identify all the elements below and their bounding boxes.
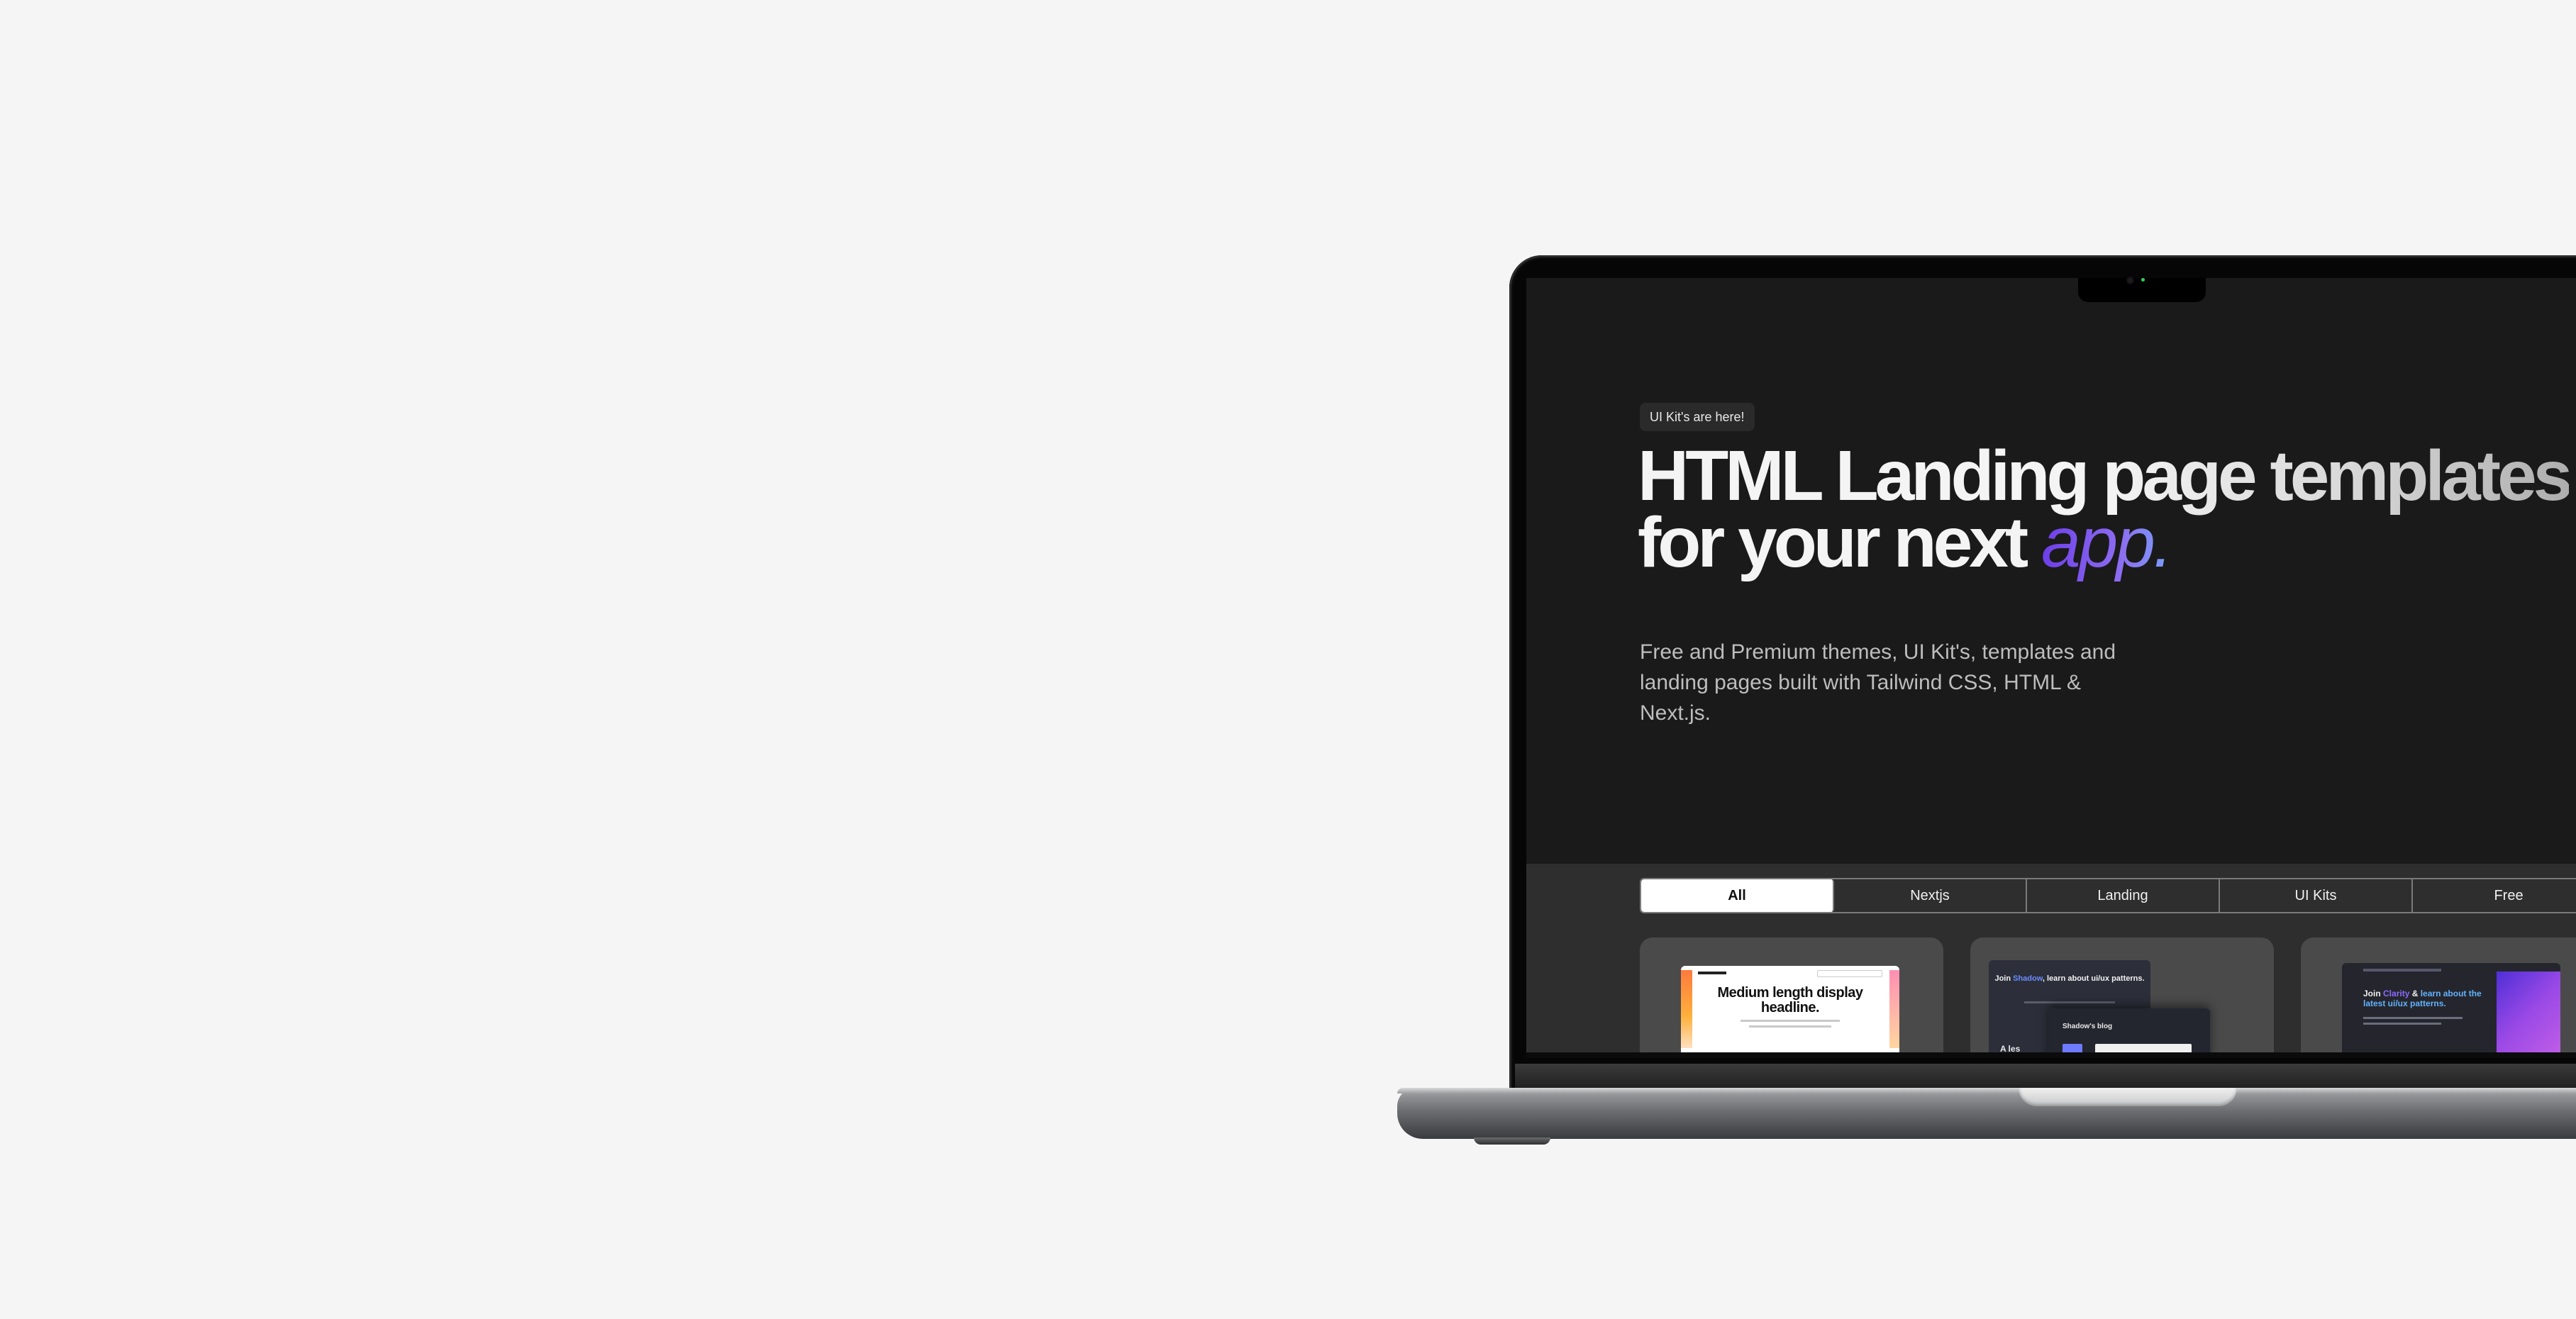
laptop-thumb-cutout <box>2019 1088 2237 1106</box>
tab-ui-kits[interactable]: UI Kits <box>2220 879 2413 912</box>
tab-landing[interactable]: Landing <box>2027 879 2220 912</box>
template-card[interactable]: Join Shadow, learn about ui/ux patterns.… <box>1970 937 2274 1052</box>
laptop-hinge <box>1515 1064 2576 1089</box>
preview-text-line <box>2363 1023 2441 1025</box>
camera-notch <box>2078 278 2206 302</box>
preview-block <box>2063 1044 2082 1052</box>
tab-nextjs[interactable]: Nextjs <box>1834 879 2027 912</box>
headline-text: for your next <box>1638 503 2041 582</box>
laptop-base <box>1397 1088 2576 1139</box>
camera-lens-icon <box>2128 278 2133 283</box>
preview-headline: Join Clarity & learn about the latest ui… <box>2363 989 2482 1008</box>
laptop-foot <box>1474 1137 1550 1145</box>
preview-gradient-image <box>2497 972 2560 1052</box>
laptop-base-edge <box>1397 1088 2576 1093</box>
template-preview-image: Shadow's blog <box>2048 1008 2210 1052</box>
template-preview-image: Join Clarity & learn about the latest ui… <box>2342 963 2560 1052</box>
preview-text-line <box>1749 1025 1831 1028</box>
filter-tabs: All Nextjs Landing UI Kits Free <box>1640 878 2576 913</box>
preview-snippet: A les <box>2000 1044 2021 1052</box>
tab-all[interactable]: All <box>1641 879 1834 912</box>
headline-line-2: for your next app. <box>1638 507 2576 578</box>
headline-text-faded: page templates <box>2102 436 2572 516</box>
preview-subtitle: Shadow's blog <box>2063 1023 2113 1030</box>
preview-text-line <box>1741 1020 1840 1022</box>
template-preview-image: Medium length display headline. <box>1681 966 1899 1052</box>
template-gallery: All Nextjs Landing UI Kits Free Medium l… <box>1526 864 2576 1052</box>
preview-text-line <box>2363 1017 2463 1019</box>
template-card[interactable]: Join Clarity & learn about the latest ui… <box>2301 937 2576 1052</box>
template-card[interactable]: Medium length display headline. <box>1640 937 1943 1052</box>
preview-headline: Medium length display headline. <box>1717 985 1863 1015</box>
preview-nav <box>1817 970 1882 977</box>
bezel-bottom <box>1526 1052 2576 1058</box>
preview-nav <box>2363 969 2441 972</box>
laptop-screen: UI Kit's are here! HTML Landing page tem… <box>1526 278 2576 1052</box>
headline-line-1: HTML Landing page templates <box>1638 440 2576 511</box>
hero-headline: HTML Landing page templates for your nex… <box>1638 440 2576 578</box>
headline-accent-word: app. <box>2041 503 2173 582</box>
announcement-badge[interactable]: UI Kit's are here! <box>1640 403 1755 431</box>
preview-block <box>2095 1044 2192 1052</box>
hero-subtitle: Free and Premium themes, UI Kit's, templ… <box>1640 640 2116 725</box>
preview-headline: Join Shadow, learn about ui/ux patterns. <box>1994 974 2145 983</box>
laptop-mockup: UI Kit's are here! HTML Landing page tem… <box>0 0 2576 1319</box>
tab-free[interactable]: Free <box>2413 879 2576 912</box>
camera-indicator-light <box>2141 278 2145 282</box>
preview-text-line <box>2024 1001 2115 1003</box>
preview-logo <box>1698 972 1726 974</box>
